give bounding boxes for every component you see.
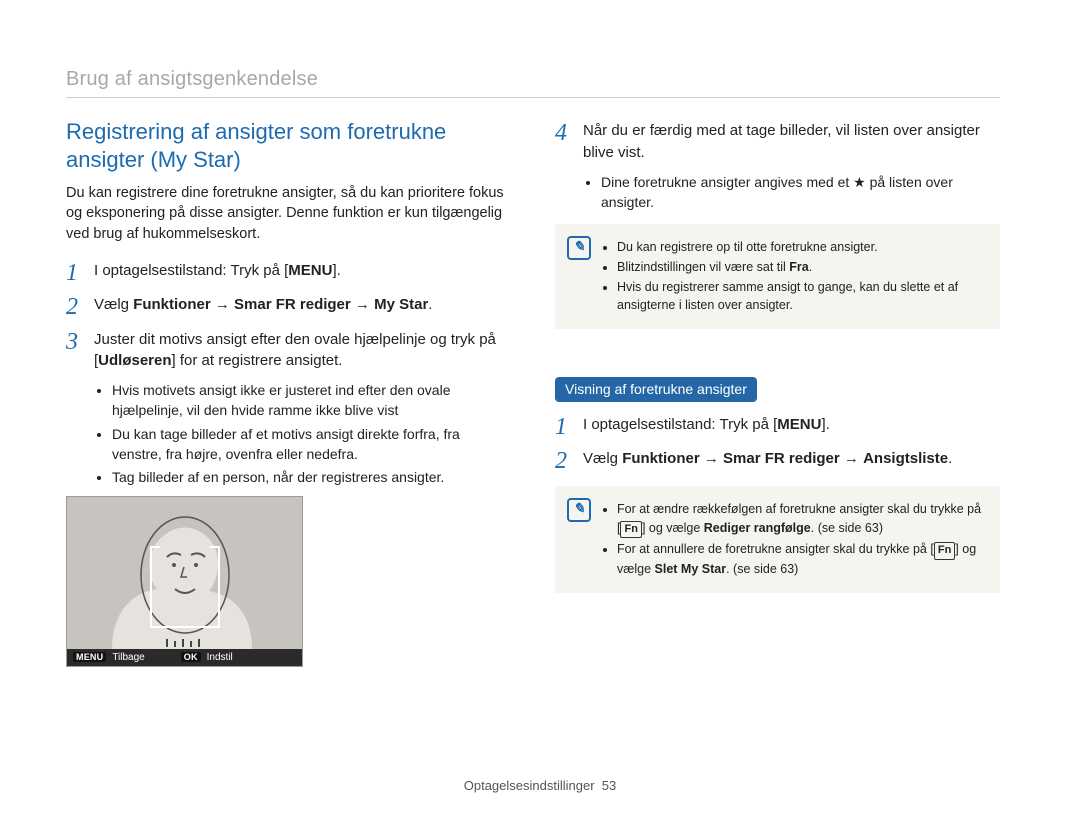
footer-label: Optagelsesindstillinger bbox=[464, 778, 595, 793]
step-2-prefix: Vælg bbox=[94, 296, 133, 313]
note-text: ] og vælge bbox=[642, 521, 704, 535]
bullet: Du kan tage billeder af et motivs ansigt… bbox=[112, 424, 511, 465]
info-note-2: ✎ For at ændre rækkefølgen af foretrukne… bbox=[555, 486, 1000, 592]
step-number: 2 bbox=[555, 448, 573, 474]
path-smar-fr: Smar FR rediger bbox=[723, 450, 840, 467]
camera-display: MENU Tilbage OK Indstil bbox=[66, 496, 303, 667]
arrow-icon bbox=[844, 450, 859, 467]
step-2: 2 Vælg Funktioner Smar FR rediger My Sta… bbox=[66, 294, 511, 320]
step-1-suffix: ]. bbox=[332, 262, 340, 279]
path-mystar: My Star bbox=[374, 296, 428, 313]
arrow-icon bbox=[704, 450, 719, 467]
ok-key-icon: OK bbox=[181, 652, 201, 662]
note-bold: Slet My Star bbox=[655, 562, 727, 576]
note-item: For at ændre rækkefølgen af foretrukne a… bbox=[617, 500, 986, 538]
step-1b-suffix: ]. bbox=[821, 416, 829, 433]
fn-key: Fn bbox=[934, 542, 955, 560]
ok-set-label: Indstil bbox=[207, 652, 233, 663]
bullet-prefix: Dine foretrukne ansigter angives med et bbox=[601, 174, 853, 190]
arrow-icon bbox=[215, 296, 230, 313]
intro-text: Du kan registrere dine foretrukne ansigt… bbox=[66, 183, 511, 244]
step-2-suffix: . bbox=[428, 296, 432, 313]
path-funktioner: Funktioner bbox=[133, 296, 211, 313]
note-text: Blitzindstillingen vil være sat til bbox=[617, 260, 789, 274]
note-bold: Rediger rangfølge bbox=[704, 521, 811, 535]
bullet: Hvis motivets ansigt ikke er justeret in… bbox=[112, 380, 511, 421]
note-text: . bbox=[809, 260, 812, 274]
step-4-bullets: Dine foretrukne ansigter angives med et … bbox=[583, 172, 1000, 213]
footer-page: 53 bbox=[602, 778, 616, 793]
path-ansigtsliste: Ansigtsliste bbox=[863, 450, 948, 467]
note-text: For at annullere de foretrukne ansigter … bbox=[617, 542, 934, 556]
step-number: 4 bbox=[555, 120, 573, 164]
step-4: 4 Når du er færdig med at tage billeder,… bbox=[555, 120, 1000, 164]
step-number: 1 bbox=[555, 414, 573, 440]
menu-key-icon: MENU bbox=[73, 652, 106, 662]
menu-key: MENU bbox=[777, 416, 821, 433]
path-funktioner: Funktioner bbox=[622, 450, 700, 467]
note-item: Du kan registrere op til otte foretrukne… bbox=[617, 238, 986, 256]
step-3: 3 Juster dit motivs ansigt efter den ova… bbox=[66, 329, 511, 373]
step-1: 1 I optagelsestilstand: Tryk på [MENU]. bbox=[66, 260, 511, 286]
menu-key: MENU bbox=[288, 262, 332, 279]
arrow-icon bbox=[355, 296, 370, 313]
step-3-text-b: ] for at registrere ansigtet. bbox=[172, 352, 343, 369]
fn-key: Fn bbox=[620, 521, 641, 539]
section-title: Registrering af ansigter som foretrukne … bbox=[66, 118, 511, 173]
step-3-bullets: Hvis motivets ansigt ikke er justeret in… bbox=[94, 380, 511, 487]
step-1-prefix: I optagelsestilstand: Tryk på [ bbox=[94, 262, 288, 279]
star-icon: ★ bbox=[853, 175, 866, 189]
path-smar-fr: Smar FR rediger bbox=[234, 296, 351, 313]
bullet: Dine foretrukne ansigter angives med et … bbox=[601, 172, 1000, 213]
info-note-1: ✎ Du kan registrere op til otte foretruk… bbox=[555, 224, 1000, 329]
step-number: 3 bbox=[66, 329, 84, 373]
note-item: Hvis du registrerer samme ansigt to gang… bbox=[617, 278, 986, 314]
bullet: Tag billeder af en person, når der regis… bbox=[112, 467, 511, 487]
step-2b-suffix: . bbox=[948, 450, 952, 467]
note-text: . (se side 63) bbox=[811, 521, 883, 535]
note-item: Blitzindstillingen vil være sat til Fra. bbox=[617, 258, 986, 276]
step-number: 1 bbox=[66, 260, 84, 286]
page-footer: Optagelsesindstillinger 53 bbox=[0, 778, 1080, 793]
divider bbox=[66, 97, 1000, 98]
breadcrumb: Brug af ansigtsgenkendelse bbox=[66, 68, 1000, 91]
step-4-text: Når du er færdig med at tage billeder, v… bbox=[583, 120, 1000, 164]
menu-back-label: Tilbage bbox=[112, 652, 144, 663]
note-icon: ✎ bbox=[567, 236, 591, 260]
step-2b: 2 Vælg Funktioner Smar FR rediger Ansigt… bbox=[555, 448, 1000, 474]
step-2b-prefix: Vælg bbox=[583, 450, 622, 467]
step-number: 2 bbox=[66, 294, 84, 320]
subsection-pill: Visning af foretrukne ansigter bbox=[555, 377, 757, 402]
note-item: For at annullere de foretrukne ansigter … bbox=[617, 540, 986, 578]
step-1b: 1 I optagelsestilstand: Tryk på [MENU]. bbox=[555, 414, 1000, 440]
face-guide-illustration bbox=[67, 497, 302, 649]
note-text: . (se side 63) bbox=[726, 562, 798, 576]
left-column: Registrering af ansigter som foretrukne … bbox=[66, 116, 511, 667]
note-icon: ✎ bbox=[567, 498, 591, 522]
right-column: 4 Når du er færdig med at tage billeder,… bbox=[555, 116, 1000, 667]
shutter-key: Udløseren bbox=[98, 352, 171, 369]
note-bold: Fra bbox=[789, 260, 808, 274]
step-1b-prefix: I optagelsestilstand: Tryk på [ bbox=[583, 416, 777, 433]
